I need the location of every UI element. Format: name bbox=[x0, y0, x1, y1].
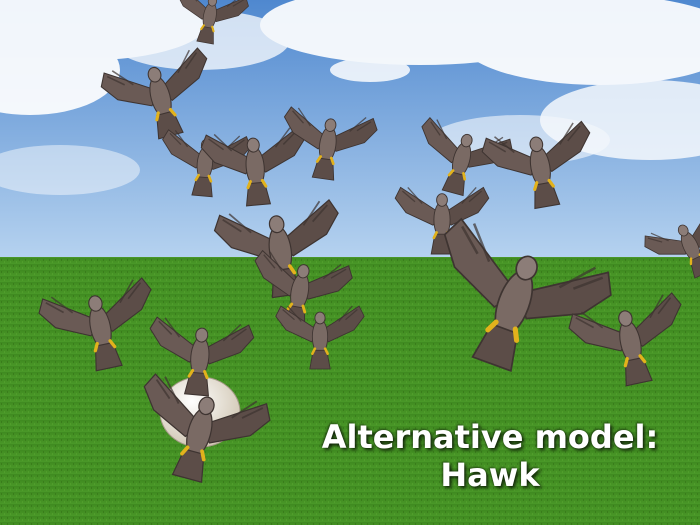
caption-line-2: Hawk bbox=[440, 456, 540, 494]
caption-line-1: Alternative model: bbox=[321, 418, 659, 456]
caption: Alternative model: Hawk bbox=[300, 418, 680, 494]
game-viewport[interactable]: Alternative model: Hawk bbox=[0, 0, 700, 525]
